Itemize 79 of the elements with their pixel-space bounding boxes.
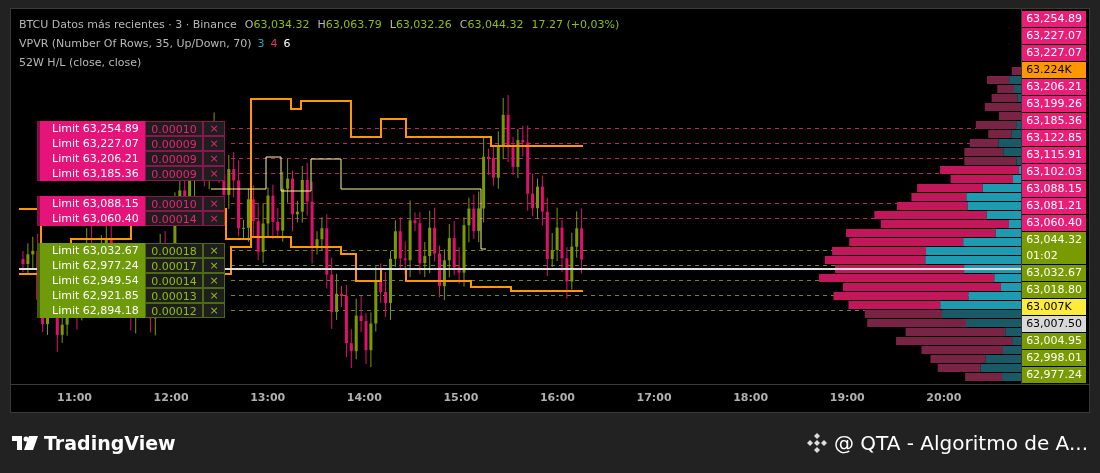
time-label: 19:00 <box>829 390 866 406</box>
ohlc-value: O63,034.32 <box>244 17 310 33</box>
symbol-title: BTCU Datos más recientes · 3 · Binance <box>19 17 237 33</box>
close-order-button[interactable]: × <box>203 258 225 273</box>
price-label: 63,254.89 <box>1022 11 1087 27</box>
order-quantity: 0.00017 <box>145 258 203 273</box>
order-quantity: 0.00018 <box>145 243 203 258</box>
price-label: 63,199.26 <box>1022 96 1087 112</box>
price-change: 17.27 (+0,03%) <box>531 17 620 33</box>
order-quantity: 0.00010 <box>145 196 203 211</box>
time-label: 12:00 <box>153 390 190 406</box>
order-quantity: 0.00013 <box>145 288 203 303</box>
time-label: 15:00 <box>443 390 480 406</box>
indicator-name: VPVR (Number Of Rows, 35, Up/Down, 70) <box>19 36 252 52</box>
price-label: 63,115.91 <box>1022 147 1087 163</box>
time-label: 13:00 <box>250 390 287 406</box>
close-order-button[interactable]: × <box>203 243 225 258</box>
order-label[interactable]: Limit 63,254.89 <box>37 121 145 136</box>
order-label[interactable]: Limit 63,060.40 <box>37 211 145 226</box>
order-label[interactable]: Limit 62,977.24 <box>37 258 145 273</box>
close-order-button[interactable]: × <box>203 303 225 318</box>
order-label[interactable]: Limit 63,206.21 <box>37 151 145 166</box>
indicator-value: 6 <box>283 36 291 52</box>
order-label[interactable]: Limit 62,921.85 <box>37 288 145 303</box>
price-label: 63,007.50 <box>1022 316 1087 332</box>
price-label: 63,227.07 <box>1022 45 1087 61</box>
close-order-button[interactable]: × <box>203 196 225 211</box>
price-label: 63,044.32 01:02 <box>1022 232 1087 264</box>
time-label: 20:00 <box>926 390 963 406</box>
price-label: 63,004.95 <box>1022 333 1087 349</box>
order-quantity: 0.00009 <box>145 136 203 151</box>
order-label[interactable]: Limit 63,185.36 <box>37 166 145 181</box>
close-order-button[interactable]: × <box>203 166 225 181</box>
price-label: 63,227.07 <box>1022 28 1087 44</box>
price-label: 63,081.21 <box>1022 198 1087 214</box>
price-label: 63,060.40 <box>1022 215 1087 231</box>
order-label[interactable]: Limit 63,032.67 <box>37 243 145 258</box>
price-label: 63,185.36 <box>1022 113 1087 129</box>
price-label: 63,122.85 <box>1022 130 1087 146</box>
logo-icon <box>12 436 38 450</box>
price-label: 63,088.15 <box>1022 181 1087 197</box>
price-label: 63,032.67 <box>1022 265 1087 281</box>
order-quantity: 0.00010 <box>145 121 203 136</box>
order-quantity: 0.00014 <box>145 211 203 226</box>
order-quantity: 0.00009 <box>145 166 203 181</box>
time-label: 18:00 <box>733 390 770 406</box>
close-order-button[interactable]: × <box>203 288 225 303</box>
indicator-value: 4 <box>270 36 278 52</box>
order-label[interactable]: Limit 62,894.18 <box>37 303 145 318</box>
price-label: 62,977.24 <box>1022 367 1087 383</box>
price-label: 63.224K <box>1022 62 1087 78</box>
order-quantity: 0.00014 <box>145 273 203 288</box>
time-label: 17:00 <box>636 390 673 406</box>
close-order-button[interactable]: × <box>203 121 225 136</box>
price-label: 63,102.03 <box>1022 164 1087 180</box>
author-name: @ QTA - Algoritmo de A... <box>834 430 1088 457</box>
price-label: 63.007K <box>1022 299 1087 315</box>
order-quantity: 0.00009 <box>145 151 203 166</box>
ohlc-value: H63,063.79 <box>317 17 382 33</box>
ohlc-value: C63,044.32 <box>459 17 524 33</box>
diamond-icon <box>806 432 828 454</box>
time-label: 11:00 <box>57 390 93 406</box>
close-order-button[interactable]: × <box>203 151 225 166</box>
close-order-button[interactable]: × <box>203 211 225 226</box>
order-label[interactable]: Limit 62,949.54 <box>37 273 145 288</box>
close-order-button[interactable]: × <box>203 273 225 288</box>
order-label[interactable]: Limit 63,227.07 <box>37 136 145 151</box>
brand-name: TradingView <box>44 430 176 456</box>
close-order-button[interactable]: × <box>203 136 225 151</box>
time-label: 16:00 <box>539 390 576 406</box>
order-quantity: 0.00012 <box>145 303 203 318</box>
time-label: 14:00 <box>346 390 383 406</box>
price-label: 63,206.21 <box>1022 79 1087 95</box>
indicator-value: 3 <box>257 36 265 52</box>
price-label: 63,018.80 <box>1022 282 1087 298</box>
ohlc-value: L63,032.26 <box>389 17 452 33</box>
order-label[interactable]: Limit 63,088.15 <box>37 196 145 211</box>
price-label: 62,998.01 <box>1022 350 1087 366</box>
indicator-name: 52W H/L (close, close) <box>19 55 142 71</box>
